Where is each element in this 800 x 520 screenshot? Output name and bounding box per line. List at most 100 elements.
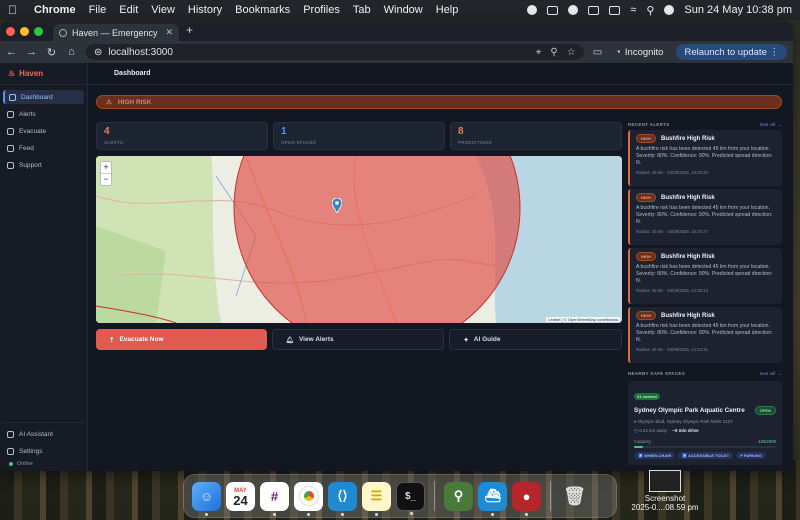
menu-edit[interactable]: Edit	[119, 4, 138, 16]
menu-help[interactable]: Help	[436, 4, 459, 16]
zoom-out-button[interactable]: −	[101, 173, 111, 185]
menu-history[interactable]: History	[188, 4, 222, 16]
battery-icon[interactable]	[609, 5, 621, 15]
quick-actions: ⇡ Evacuate Now 🔔︎ View Alerts ✦ AI Guide	[96, 329, 623, 350]
menu-clock[interactable]: Sun 24 May 10:38 pm	[684, 4, 792, 16]
alert-card[interactable]: HIGH Bushfire High Risk A bushfire risk …	[628, 130, 782, 186]
see-all-alerts-link[interactable]: See all →	[760, 122, 782, 130]
zoom-in-button[interactable]: +	[101, 162, 111, 173]
forward-button[interactable]: →	[26, 46, 37, 58]
alert-card[interactable]: HIGH Bushfire High Risk A bushfire risk …	[628, 248, 782, 304]
menu-bookmarks[interactable]: Bookmarks	[235, 4, 290, 16]
stat-value: 1	[281, 126, 287, 137]
browser-window: Haven — Emergency Respons ✕ + ← → ↻ ⌂ ⊜ …	[0, 21, 793, 471]
site-info-icon[interactable]: ⊜	[94, 47, 102, 58]
see-all-safe-spaces-link[interactable]: See all →	[760, 371, 782, 379]
view-alerts-button[interactable]: 🔔︎ View Alerts	[271, 329, 445, 350]
calendar-icon[interactable]: MAY 24	[226, 481, 255, 511]
sparkle-icon	[7, 430, 14, 438]
vscode-icon[interactable]: ⟨⟩	[328, 481, 357, 516]
menu-app-name[interactable]: Chrome	[34, 4, 76, 16]
relaunch-button[interactable]: Relaunch to update ⋮	[676, 44, 787, 60]
close-window-button[interactable]	[6, 26, 15, 36]
url-text[interactable]: localhost:3000	[108, 47, 173, 58]
safe-space-card[interactable]: #1 nearest Sydney Olympic Park Aquatic C…	[628, 381, 782, 465]
capacity-label: Capacity	[634, 439, 651, 444]
stat-card-predictions[interactable]: 8 PREDICTIONS	[450, 122, 622, 150]
camera-icon[interactable]	[547, 5, 559, 15]
menu-view[interactable]: View	[151, 4, 175, 16]
chat-icon	[7, 144, 14, 152]
desktop-screenshot-file[interactable]: Screenshot 2025-0....08.59 pm	[630, 470, 700, 512]
screenshot-filename-date: 2025-0....08.59 pm	[631, 503, 699, 512]
menu-tab[interactable]: Tab	[353, 4, 371, 16]
alert-card[interactable]: HIGH Bushfire High Risk A bushfire risk …	[628, 307, 782, 363]
address-bar[interactable]: ⊜ localhost:3000 ⌖ ⚲ ☆	[86, 44, 584, 60]
right-panel: RECENT ALERTS See all → HIGH Bushfire Hi…	[628, 122, 782, 465]
tray-icon-1[interactable]	[527, 5, 538, 15]
alert-title: Bushfire High Risk	[661, 312, 715, 319]
alert-meta: Radius: 45 km · 24/05/2026, 14:28:13	[636, 288, 708, 293]
bookmark-star-icon[interactable]: ☆	[567, 47, 576, 58]
location-marker-icon[interactable]	[332, 198, 342, 213]
docker-icon[interactable]: ⛴	[478, 481, 507, 516]
alert-card[interactable]: HIGH Bushfire High Risk A bushfire risk …	[628, 189, 782, 245]
incognito-indicator[interactable]: ◔ Incognito	[611, 47, 667, 58]
risk-map[interactable]: + − Leaflet | © OpenStreetMap contributo…	[96, 156, 622, 323]
menu-window[interactable]: Window	[384, 4, 423, 16]
search-icon[interactable]: ⚲	[646, 4, 654, 17]
browser-tab[interactable]: Haven — Emergency Respons ✕	[53, 24, 179, 41]
side-panel-icon[interactable]: ▭	[593, 47, 602, 58]
sidebar-item-feed[interactable]: Feed	[3, 141, 84, 155]
wifi-icon[interactable]: ≈	[630, 4, 636, 16]
close-tab-icon[interactable]: ✕	[165, 27, 173, 38]
minimize-window-button[interactable]	[20, 26, 29, 36]
control-center-icon[interactable]	[664, 5, 675, 15]
ai-guide-button[interactable]: ✦ AI Guide	[449, 329, 623, 350]
browser-toolbar: ← → ↻ ⌂ ⊜ localhost:3000 ⌖ ⚲ ☆ ▭ ◔ Incog…	[0, 41, 793, 63]
alert-body: A bushfire risk has been detected 45 km …	[636, 146, 773, 166]
dock-separator	[550, 481, 551, 511]
slack-icon[interactable]: #	[260, 481, 289, 516]
back-button[interactable]: ←	[6, 46, 17, 58]
new-tab-button[interactable]: +	[186, 23, 193, 41]
sidebar-item-support[interactable]: Support	[3, 158, 84, 172]
brand[interactable]: ♨ Haven	[0, 63, 87, 85]
stats-row: 4 ALERTS 1 OPEN SPACES 8 PREDICTIONS	[96, 122, 622, 150]
stat-card-alerts[interactable]: 4 ALERTS	[96, 122, 268, 150]
sidebar-item-dashboard[interactable]: Dashboard	[3, 90, 84, 104]
status-dot	[9, 462, 13, 466]
tag-wheelchair: ♿ WHEELCHAIR	[634, 452, 676, 459]
sidebar-item-settings[interactable]: Settings	[3, 444, 84, 458]
arrow-icon	[7, 127, 14, 135]
sidebar-item-alerts[interactable]: Alerts	[3, 107, 84, 121]
notes-icon[interactable]: ☰	[362, 481, 391, 516]
sidebar-item-ai-assistant[interactable]: AI Assistant	[3, 427, 84, 441]
finder-icon[interactable]: ☺	[192, 481, 221, 516]
chrome-icon[interactable]	[294, 481, 323, 516]
menu-profiles[interactable]: Profiles	[303, 4, 340, 16]
risk-level-text: HIGH RISK	[117, 98, 152, 106]
sidebar-item-evacuate[interactable]: Evacuate	[3, 124, 84, 138]
location-icon[interactable]: ⌖	[536, 47, 542, 58]
stat-card-open-spaces[interactable]: 1 OPEN SPACES	[273, 122, 445, 150]
zoom-icon[interactable]: ⚲	[550, 47, 557, 58]
app-icon-green[interactable]: ⚲	[444, 481, 473, 511]
map-tiles	[96, 156, 622, 323]
home-button[interactable]: ⌂	[66, 46, 77, 58]
map-attribution[interactable]: Leaflet | © OpenStreetMap contributors	[546, 317, 620, 322]
risk-banner[interactable]: ⚠ HIGH RISK	[96, 95, 782, 109]
apple-icon[interactable]: 	[8, 3, 20, 17]
connection-status: Online	[3, 461, 84, 467]
tray-icon-3[interactable]	[588, 5, 600, 15]
evacuate-now-button[interactable]: ⇡ Evacuate Now	[96, 329, 267, 350]
menu-file[interactable]: File	[89, 4, 107, 16]
drive-time-text: ~0 min drive	[672, 428, 699, 433]
trash-icon[interactable]: 🗑︎	[560, 482, 589, 511]
reload-button[interactable]: ↻	[46, 46, 57, 59]
severity-badge: HIGH	[636, 311, 656, 320]
tray-icon-2[interactable]	[568, 5, 579, 15]
terminal-icon[interactable]: $_	[396, 481, 425, 515]
recorder-icon[interactable]: ●	[512, 481, 541, 516]
zoom-window-button[interactable]	[34, 26, 43, 36]
